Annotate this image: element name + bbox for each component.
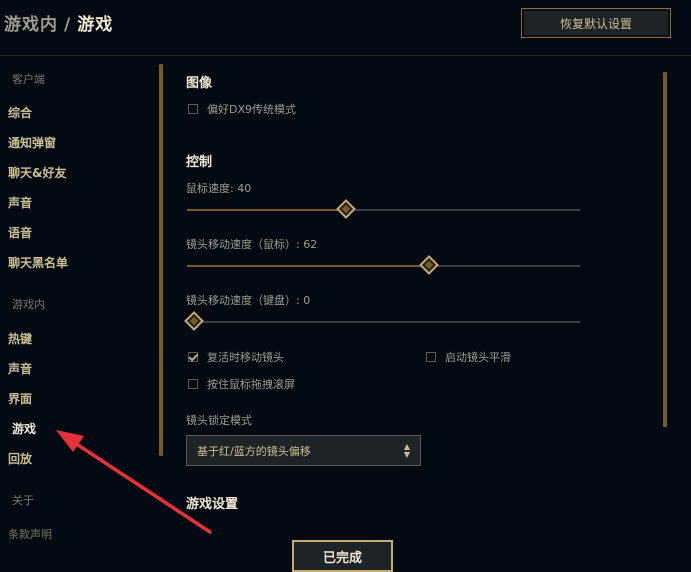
dx9-checkbox[interactable]	[188, 104, 198, 114]
revive-camera-row[interactable]: 复活时移动镜头	[188, 349, 284, 365]
camera-keyboard-speed-label: 镜头移动速度（键盘）: 0	[186, 294, 311, 307]
drag-scroll-row[interactable]: 按住鼠标拖拽滚屏	[188, 376, 295, 392]
smooth-camera-checkbox[interactable]	[426, 352, 436, 362]
sidebar-item-notifications[interactable]: 通知弹窗	[8, 134, 56, 151]
sidebar-item-interface[interactable]: 界面	[8, 390, 32, 407]
sidebar-divider	[159, 64, 163, 456]
slider-fill	[187, 265, 429, 267]
drag-scroll-label: 按住鼠标拖拽滚屏	[207, 378, 295, 391]
slider-handle[interactable]	[335, 199, 356, 219]
sidebar-item-hotkeys[interactable]: 热键	[8, 330, 32, 347]
sidebar-item-voice[interactable]: 语音	[8, 224, 32, 241]
breadcrumb-current: 游戏	[77, 15, 114, 35]
slider-track	[187, 321, 580, 323]
dx9-checkbox-row[interactable]: 偏好DX9传统模式	[188, 101, 296, 117]
camera-lock-mode-value: 基于红/蓝方的镜头偏移	[197, 444, 311, 458]
sidebar-item-chat-blocklist[interactable]: 聊天黑名单	[8, 254, 68, 271]
sidebar-item-chat-friends[interactable]: 聊天&好友	[8, 164, 66, 181]
breadcrumb-parent[interactable]: 游戏内	[4, 15, 58, 35]
smooth-camera-row[interactable]: 启动镜头平滑	[426, 349, 511, 365]
camera-keyboard-speed-slider[interactable]	[184, 311, 580, 332]
breadcrumb-separator: /	[64, 15, 72, 35]
slider-handle[interactable]	[184, 311, 204, 331]
camera-mouse-speed-label: 镜头移动速度（鼠标）: 62	[186, 238, 318, 251]
section-title-image: 图像	[186, 76, 213, 91]
sidebar-group-in-game: 游戏内	[12, 298, 45, 311]
mouse-speed-label: 鼠标速度: 40	[186, 182, 252, 195]
reset-defaults-button[interactable]: 恢复默认设置	[521, 8, 671, 38]
revive-camera-label: 复活时移动镜头	[207, 351, 284, 364]
sidebar-item-game[interactable]: 游戏	[12, 420, 36, 437]
section-title-game-settings: 游戏设置	[186, 497, 239, 512]
sidebar-item-client-sound[interactable]: 声音	[8, 194, 32, 211]
sidebar-item-replays[interactable]: 回放	[8, 450, 32, 467]
dropdown-arrows-icon: ▲ ▼	[403, 442, 410, 459]
done-button[interactable]: 已完成	[292, 540, 393, 572]
sidebar-item-general[interactable]: 综合	[8, 104, 32, 121]
annotation-arrow-icon	[56, 430, 212, 534]
smooth-camera-label: 启动镜头平滑	[445, 351, 511, 364]
mouse-speed-slider[interactable]	[187, 199, 580, 220]
camera-lock-mode-dropdown[interactable]: 基于红/蓝方的镜头偏移 ▲ ▼	[186, 435, 421, 466]
header-divider	[0, 55, 691, 56]
sidebar-item-terms[interactable]: 条款声明	[8, 526, 52, 542]
sidebar-group-about: 关于	[12, 494, 34, 507]
dx9-label: 偏好DX9传统模式	[207, 103, 297, 116]
content-scrollbar[interactable]	[663, 72, 667, 427]
camera-mouse-speed-slider[interactable]	[187, 255, 580, 276]
slider-handle[interactable]	[419, 255, 439, 275]
sidebar-group-client: 客户端	[12, 73, 45, 86]
sidebar-item-ingame-sound[interactable]: 声音	[8, 360, 32, 377]
section-title-control: 控制	[186, 155, 213, 170]
revive-camera-checkbox[interactable]	[188, 352, 198, 362]
annotation-arrow-head	[56, 430, 84, 452]
drag-scroll-checkbox[interactable]	[188, 379, 198, 389]
page-title: 游戏内 / 游戏	[4, 10, 113, 35]
camera-lock-mode-label: 镜头锁定模式	[186, 414, 252, 427]
slider-fill	[187, 209, 346, 211]
